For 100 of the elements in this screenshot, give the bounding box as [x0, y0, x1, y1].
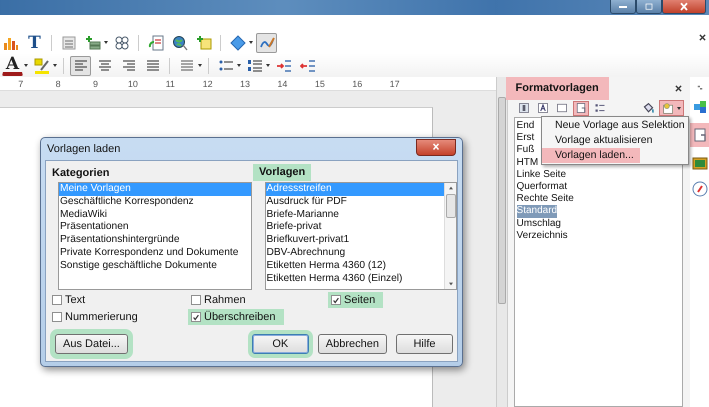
style-item[interactable]: Umschlag	[516, 218, 561, 230]
scroll-down-icon[interactable]	[448, 282, 454, 286]
ruler-number: 8	[54, 78, 62, 88]
character-icon	[536, 102, 549, 114]
style-item[interactable]: HTM	[516, 156, 538, 169]
style-item[interactable]: Rechte Seite	[516, 193, 574, 206]
minimize-button[interactable]	[610, 0, 636, 14]
option-checkbox[interactable]: Überschreiben	[188, 309, 284, 325]
list-item[interactable]: Sonstige geschäftliche Dokumente	[59, 260, 250, 273]
close-button[interactable]	[662, 0, 706, 14]
ruler-number: 12	[202, 78, 214, 88]
list-item[interactable]: Präsentationshintergründe	[59, 234, 250, 247]
style-item[interactable]: End	[516, 120, 534, 132]
justify-icon	[144, 58, 160, 74]
list-item[interactable]: Etiketten Herma 4360 (12)	[266, 260, 444, 273]
style-item[interactable]: Fuß	[516, 144, 534, 157]
templates-label: Vorlagen	[253, 164, 312, 181]
dropdown-arrow-icon[interactable]	[237, 64, 241, 67]
ruler-number: 11	[164, 78, 176, 88]
numbering-icon	[246, 58, 262, 74]
list-item[interactable]: DBV-Abrechnung	[266, 246, 444, 260]
list-icon	[594, 102, 606, 114]
list-item[interactable]: Ausdruck für PDF	[266, 196, 444, 209]
close-icon[interactable]	[675, 85, 682, 92]
gallery-drawing	[692, 155, 708, 171]
frame-icon	[556, 102, 568, 114]
option-checkbox[interactable]: Nummerierung	[49, 309, 141, 325]
list-item[interactable]: Private Korrespondenz und Dokumente	[59, 246, 250, 260]
menu-item[interactable]: Neue Vorlage aus Selektion	[542, 118, 691, 133]
option-checkbox[interactable]: Rahmen	[188, 292, 249, 308]
ruler-number: 17	[388, 78, 401, 88]
checkmark-icon	[192, 312, 200, 322]
ruler-number: 13	[239, 78, 252, 88]
align-left-button[interactable]	[70, 56, 91, 76]
align-center-icon	[96, 58, 112, 74]
style-item[interactable]: Querformat	[516, 180, 568, 194]
style-item[interactable]: Erst	[516, 132, 534, 144]
checkmark-icon	[332, 296, 340, 304]
list-item[interactable]: Präsentationen	[59, 221, 250, 234]
minimize-icon	[619, 6, 627, 8]
compass-icon[interactable]	[690, 179, 709, 199]
option-checkbox[interactable]: Text	[49, 292, 88, 308]
list-item[interactable]: Briefkuvert-privat1	[266, 234, 444, 247]
page-icon[interactable]	[690, 123, 709, 147]
page-icon	[574, 102, 587, 114]
maximize-button[interactable]	[636, 0, 662, 14]
close-icon[interactable]	[699, 34, 706, 41]
dropdown-arrow-icon[interactable]	[53, 64, 57, 67]
align-left-icon	[72, 58, 88, 74]
page-drawing	[692, 127, 708, 143]
ruler-number: 10	[126, 78, 139, 88]
dropdown-arrow-icon[interactable]	[198, 64, 202, 67]
dropdown-arrow-icon	[677, 106, 681, 110]
paragraph-icon	[518, 102, 530, 114]
scrollbar[interactable]	[444, 183, 456, 289]
scrollbar-thumb[interactable]	[446, 194, 456, 218]
menu-item[interactable]: Vorlagen laden...	[542, 148, 640, 163]
diamond-icon	[230, 34, 246, 50]
new-style-button[interactable]	[659, 100, 684, 116]
pen-icon	[258, 34, 274, 50]
dropdown-arrow-icon[interactable]	[24, 64, 28, 67]
note-icon	[196, 34, 212, 50]
style-item[interactable]: Verzeichnis	[516, 230, 568, 242]
scrollbar[interactable]	[496, 77, 507, 407]
list-item[interactable]: Briefe-Marianne	[266, 208, 444, 222]
dialog-button[interactable]: Hilfe	[396, 334, 453, 354]
page-styles-button[interactable]	[572, 100, 589, 116]
line-spacing-icon	[178, 58, 194, 74]
text-box-button[interactable]: T	[24, 32, 45, 52]
header-icon	[60, 34, 76, 50]
new-style-icon	[662, 102, 675, 114]
option-checkbox[interactable]: Seiten	[328, 292, 384, 308]
list-item[interactable]: MediaWiki	[59, 208, 250, 222]
scroll-up-icon[interactable]	[448, 186, 454, 190]
pen-button[interactable]	[256, 32, 277, 52]
bullets-icon	[218, 58, 234, 74]
dropdown-arrow-icon[interactable]	[266, 64, 270, 67]
dropdown-arrow-icon[interactable]	[104, 41, 108, 44]
ruler-number: 14	[276, 78, 288, 88]
align-right-icon	[120, 58, 136, 74]
close-button[interactable]	[416, 138, 456, 156]
style-item[interactable]: Linke Seite	[516, 168, 566, 181]
dialog-title: Vorlagen laden	[46, 143, 120, 155]
outdent-icon	[300, 58, 316, 74]
menu-item[interactable]: Vorlage aktualisieren	[542, 133, 658, 148]
knot-icon	[114, 34, 130, 50]
ruler-number: 9	[92, 78, 99, 88]
dialog-button[interactable]: Abbrechen	[318, 334, 387, 354]
paint-bucket-icon	[642, 102, 654, 114]
ruler-number: 16	[351, 78, 364, 88]
dropdown-arrow-icon[interactable]	[249, 41, 253, 44]
list-item[interactable]: Briefe-privat	[266, 221, 444, 234]
categories-label: Kategorien	[52, 166, 110, 178]
ruler-number: 7	[17, 78, 24, 88]
close-icon	[430, 142, 442, 152]
globe-icon	[172, 34, 188, 50]
list-item[interactable]: Etiketten Herma 4360 (Einzel)	[266, 272, 444, 286]
doc-refresh-icon	[148, 34, 164, 50]
insert-rows-icon	[84, 34, 100, 50]
list-item[interactable]: Geschäftliche Korrespondenz	[59, 196, 250, 209]
